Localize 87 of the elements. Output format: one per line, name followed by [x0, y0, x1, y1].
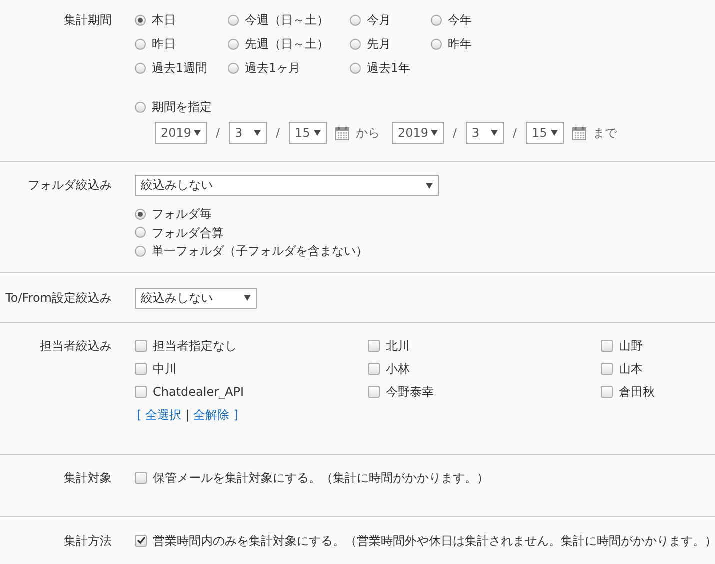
option-label: 先週（日～土） [245, 36, 329, 53]
checkbox[interactable] [135, 340, 147, 352]
checkbox[interactable] [135, 534, 147, 546]
radio-button[interactable] [228, 62, 239, 74]
option-label: 単一フォルダ（子フォルダを含まない） [152, 243, 368, 260]
checkbox[interactable] [368, 363, 380, 375]
option-label: 中川 [153, 360, 177, 378]
range-to-label: まで [593, 124, 617, 142]
option-label: 過去1週間 [152, 60, 208, 77]
radio-button[interactable] [350, 14, 361, 26]
field-label: フォルダ絞込み [27, 177, 112, 194]
option-label: フォルダ合算 [152, 224, 224, 242]
dropdown[interactable]: 2019 [155, 122, 207, 144]
date-separator: / [214, 126, 222, 140]
radio-button[interactable] [135, 14, 146, 26]
link-separator: | [186, 406, 190, 424]
checkbox[interactable] [368, 386, 380, 398]
radio-button[interactable] [135, 38, 146, 50]
checkbox[interactable] [368, 340, 380, 352]
checkbox[interactable] [135, 472, 147, 484]
option-label: 担当者指定なし [153, 338, 237, 354]
radio-button[interactable] [350, 62, 361, 74]
checkbox[interactable] [135, 363, 147, 375]
caret-icon [426, 182, 433, 188]
option-label: 今年 [448, 12, 472, 29]
field-label: 集計方法 [63, 532, 112, 550]
option-label: 今週（日～土） [245, 12, 329, 29]
option-label: 北川 [386, 338, 410, 354]
folder-dropdown[interactable]: 絞込みしない [135, 175, 439, 196]
filter-dropdown[interactable]: 絞込みしない [135, 288, 257, 308]
radio-button[interactable] [431, 14, 442, 26]
calendar-icon[interactable] [335, 126, 350, 140]
range-from-label: から [356, 124, 380, 142]
option-label: 営業時間内のみを集計対象にする。（営業時間外や休日は集計されません。集計に時間がかかります。） [153, 532, 715, 550]
radio-button[interactable] [431, 38, 442, 50]
checkbox[interactable] [601, 386, 613, 398]
radio-button[interactable] [228, 38, 239, 50]
caret-icon [194, 130, 201, 136]
field-label: To/From設定絞込み [4, 290, 112, 306]
caret-icon [491, 130, 498, 136]
bracket: [ [137, 406, 142, 424]
date-separator: / [274, 126, 282, 140]
dropdown[interactable]: 3 [229, 122, 267, 144]
option-label: 先月 [367, 36, 391, 53]
option-label: 倉田秋 [619, 384, 655, 400]
radio-button[interactable] [135, 246, 146, 257]
option-label: 山野 [619, 338, 643, 354]
field-label: 集計対象 [63, 470, 112, 486]
caret-icon [314, 130, 321, 136]
caret-icon [431, 130, 438, 136]
radio-button[interactable] [350, 38, 361, 50]
checkbox[interactable] [135, 386, 147, 398]
dropdown[interactable]: 15 [289, 122, 327, 144]
select-link[interactable]: 全解除 [194, 404, 230, 426]
option-label: フォルダ毎 [152, 206, 212, 223]
radio-button[interactable] [228, 14, 239, 26]
date-separator: / [452, 126, 458, 140]
dropdown[interactable]: 3 [466, 122, 504, 144]
option-label: 山本 [619, 360, 643, 378]
option-label: 保管メールを集計対象にする。（集計に時間がかかります。） [153, 470, 489, 486]
option-label: 今野泰幸 [386, 384, 434, 400]
calendar-icon[interactable] [572, 126, 587, 140]
dropdown[interactable]: 2019 [392, 122, 444, 144]
option-label: 昨日 [152, 36, 176, 53]
option-label: 小林 [386, 360, 410, 378]
option-label: 昨年 [448, 36, 472, 53]
select-link[interactable]: 全選択 [146, 404, 182, 426]
option-label: 過去1ヶ月 [245, 60, 301, 77]
option-label: 本日 [152, 12, 176, 29]
option-label: 期間を指定 [152, 99, 212, 116]
caret-icon [551, 130, 558, 136]
radio-button[interactable] [135, 102, 146, 112]
caret-icon [244, 295, 251, 301]
bracket: ] [234, 406, 238, 424]
checkbox[interactable] [601, 340, 613, 352]
radio-button[interactable] [135, 208, 146, 220]
dropdown[interactable]: 15 [526, 122, 564, 144]
radio-button[interactable] [135, 227, 146, 238]
field-label: 集計期間 [63, 12, 112, 29]
checkbox[interactable] [601, 363, 613, 375]
caret-icon [254, 130, 261, 136]
option-label: 過去1年 [367, 60, 411, 77]
option-label: Chatdealer_API [153, 384, 244, 401]
radio-button[interactable] [135, 62, 146, 74]
field-label: 担当者絞込み [39, 338, 112, 354]
date-separator: / [512, 126, 518, 140]
option-label: 今月 [367, 12, 391, 29]
